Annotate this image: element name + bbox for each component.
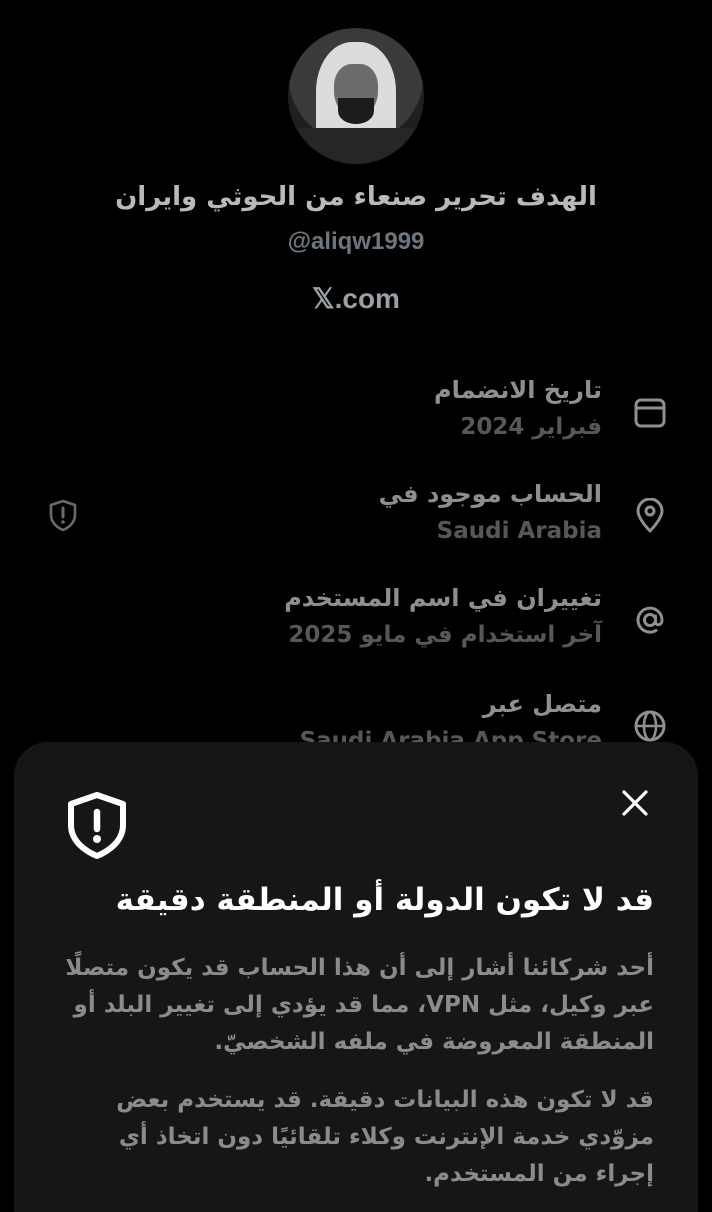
- location-title: الحساب موجود في: [378, 480, 602, 508]
- vpn-warning-sheet: قد لا تكون الدولة أو المنطقة دقيقة أحد ش…: [14, 742, 698, 1212]
- avatar-beard: [338, 98, 374, 124]
- shield-alert-icon: [68, 792, 126, 859]
- avatar[interactable]: [288, 28, 424, 164]
- about-row-location: الحساب موجود في Saudi Arabia: [0, 480, 712, 570]
- sheet-paragraph-1: أحد شركائنا أشار إلى أن هذا الحساب قد يك…: [65, 955, 654, 1055]
- sheet-title: قد لا تكون الدولة أو المنطقة دقيقة: [115, 882, 654, 918]
- avatar-robe: [288, 128, 424, 164]
- calendar-icon: [634, 398, 666, 428]
- joined-title: تاريخ الانضمام: [434, 376, 602, 404]
- user-handle: @aliqw1999: [287, 228, 425, 255]
- about-row-joined: تاريخ الانضمام فبراير 2024: [0, 376, 712, 466]
- display-name: الهدف تحرير صنعاء من الحوثي وايران: [115, 182, 597, 212]
- site-label: 𝕏.com: [312, 283, 400, 314]
- username-changes-title: تغييران في اسم المستخدم: [284, 584, 602, 612]
- globe-icon: [634, 710, 666, 742]
- about-row-username-changes: تغييران في اسم المستخدم آخر استخدام في م…: [0, 584, 712, 674]
- location-value: Saudi Arabia: [436, 518, 602, 544]
- username-changes-value: آخر استخدام في مايو 2025: [288, 622, 602, 648]
- connected-via-title: متصل عبر: [482, 690, 602, 718]
- shield-alert-icon[interactable]: [46, 498, 80, 532]
- close-icon[interactable]: [618, 786, 652, 820]
- location-pin-icon: [636, 498, 664, 533]
- at-sign-icon: [636, 606, 664, 634]
- joined-value: فبراير 2024: [460, 414, 602, 440]
- sheet-paragraph-2: قد لا تكون هذه البيانات دقيقة. قد يستخدم…: [116, 1087, 654, 1187]
